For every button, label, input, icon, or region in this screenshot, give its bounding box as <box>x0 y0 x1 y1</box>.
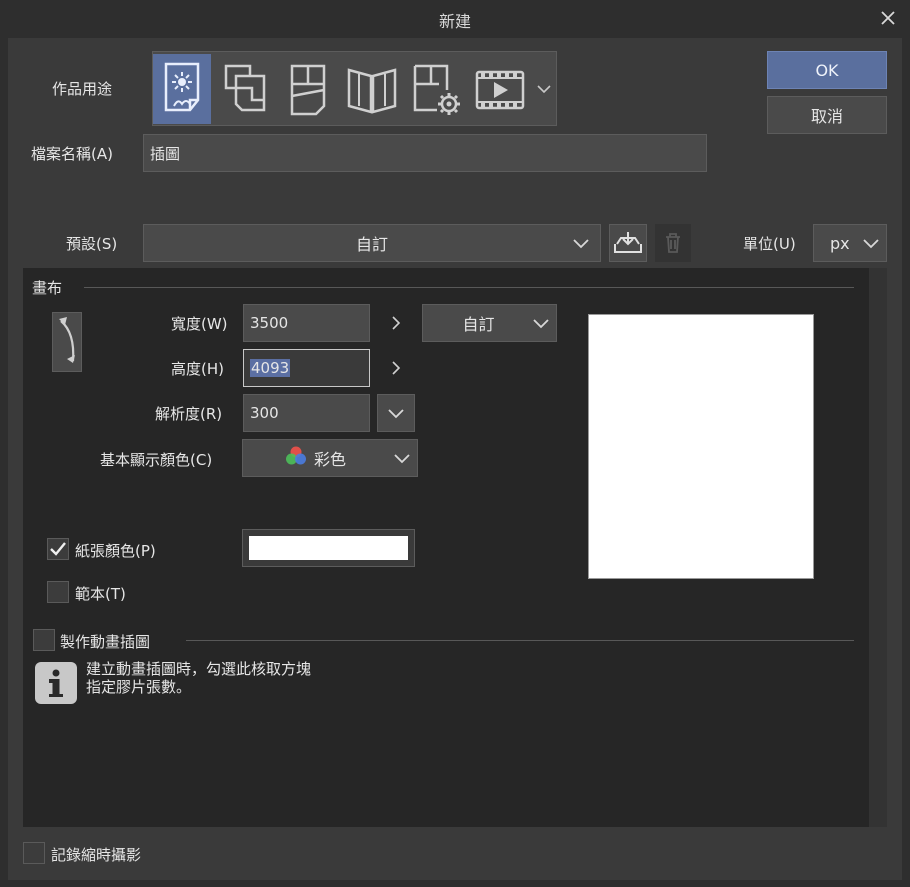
paper-color-swatch <box>249 536 408 560</box>
chevron-down-icon <box>388 409 404 419</box>
section-divider <box>186 640 854 641</box>
scrollbar[interactable] <box>869 268 887 827</box>
template-checkbox[interactable] <box>47 581 69 603</box>
preset-value: 自訂 <box>355 235 388 254</box>
cancel-button[interactable]: 取消 <box>767 96 887 134</box>
filename-label: 檔案名稱(A) <box>31 145 113 163</box>
color-mode-label: 基本顯示顏色(C) <box>100 451 213 469</box>
size-preset-dropdown[interactable]: 自訂 <box>422 304 557 342</box>
ok-button[interactable]: OK <box>767 51 887 89</box>
usage-more-chevron-icon[interactable] <box>533 54 555 124</box>
paper-color-checkbox[interactable] <box>47 538 69 560</box>
section-divider <box>84 287 854 288</box>
window-title: 新建 <box>438 12 471 31</box>
book-icon[interactable] <box>343 54 401 124</box>
width-label: 寬度(W) <box>171 315 228 333</box>
chevron-down-icon <box>862 235 880 254</box>
paper-color-swatch-button[interactable] <box>242 529 415 567</box>
rgb-color-icon <box>284 444 308 472</box>
canvas-section-title: 畫布 <box>32 279 63 297</box>
color-mode-value: 彩色 <box>313 450 346 469</box>
chevron-right-icon[interactable] <box>389 359 403 381</box>
save-preset-icon <box>614 232 642 253</box>
info-icon <box>35 662 77 704</box>
single-page-comic-icon[interactable] <box>279 54 337 124</box>
usage-label: 作品用途 <box>52 80 113 98</box>
swap-icon <box>59 317 75 363</box>
chevron-down-icon <box>532 315 550 334</box>
timelapse-checkbox[interactable] <box>23 842 45 864</box>
canvas-preview <box>588 314 814 579</box>
preset-dropdown[interactable]: 自訂 <box>143 224 601 262</box>
info-line-1: 建立動畫插圖時，勾選此核取方塊 <box>86 660 312 678</box>
chevron-right-icon[interactable] <box>389 314 403 336</box>
template-label: 範本(T) <box>75 585 126 603</box>
height-label: 高度(H) <box>171 360 224 378</box>
comic-icon[interactable] <box>217 54 275 124</box>
width-input[interactable]: 3500 <box>243 304 370 342</box>
animation-label: 製作動畫插圖 <box>60 633 151 651</box>
preset-label: 預設(S) <box>66 235 118 253</box>
unit-label: 單位(U) <box>743 235 796 253</box>
chevron-down-icon <box>572 235 590 254</box>
usage-selector <box>152 51 557 126</box>
animation-info-text: 建立動畫插圖時，勾選此核取方塊 指定膠片張數。 <box>86 660 311 696</box>
paper-color-label: 紙張顏色(P) <box>75 542 156 560</box>
chevron-down-icon <box>393 450 411 469</box>
info-line-2: 指定膠片張數。 <box>86 678 192 696</box>
save-preset-button[interactable] <box>609 224 647 262</box>
color-mode-dropdown[interactable]: 彩色 <box>242 439 418 477</box>
close-icon[interactable] <box>876 6 900 30</box>
animation-checkbox[interactable] <box>33 629 55 651</box>
timelapse-label: 記錄縮時攝影 <box>51 846 142 864</box>
animation-icon[interactable] <box>471 54 529 124</box>
checkmark-icon <box>50 542 66 556</box>
page-settings-icon[interactable] <box>407 54 465 124</box>
resolution-input[interactable]: 300 <box>243 394 370 432</box>
trash-icon[interactable] <box>655 224 691 262</box>
height-value: 4093 <box>250 359 291 377</box>
illustration-icon[interactable] <box>153 54 211 124</box>
resolution-dropdown-button[interactable] <box>377 394 415 432</box>
swap-orientation-button[interactable] <box>52 312 82 372</box>
size-preset-value: 自訂 <box>462 315 495 334</box>
unit-value: px <box>830 233 850 253</box>
resolution-label: 解析度(R) <box>155 405 223 423</box>
filename-input[interactable]: 插圖 <box>143 134 707 172</box>
unit-dropdown[interactable]: px <box>813 224 887 262</box>
height-input[interactable]: 4093 <box>243 349 370 387</box>
